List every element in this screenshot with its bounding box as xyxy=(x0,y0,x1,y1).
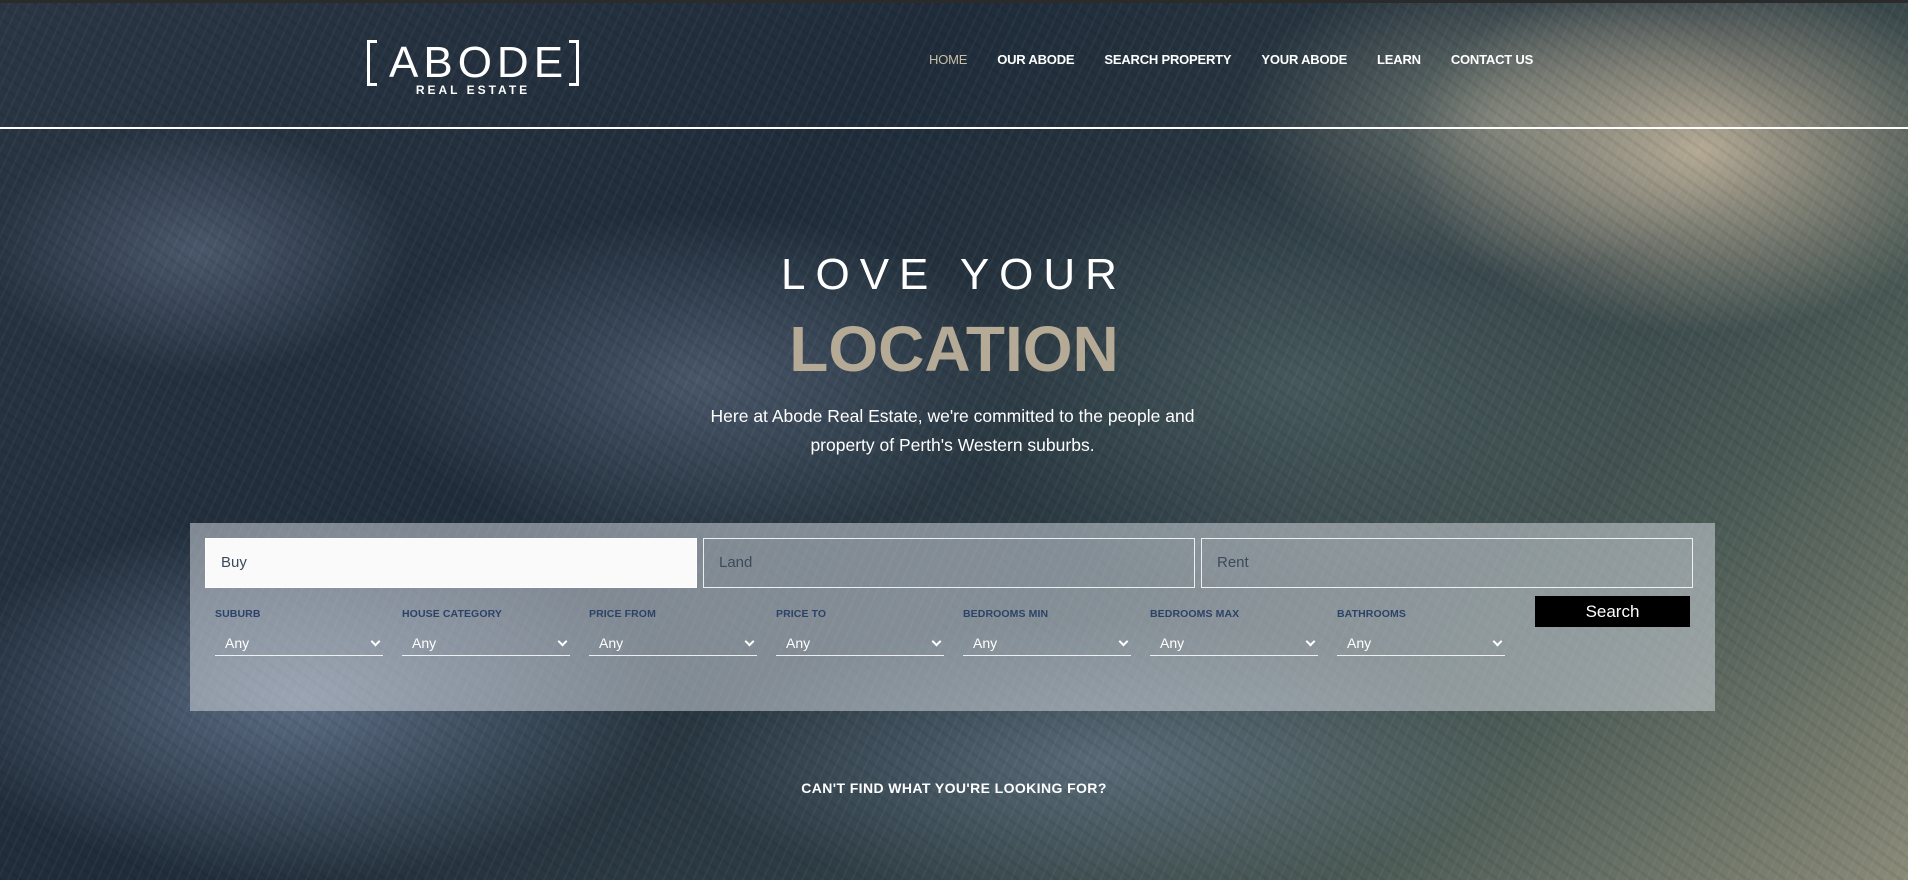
bedrooms-min-select[interactable]: Any xyxy=(963,632,1131,656)
hero-heading-line2: LOCATION xyxy=(789,313,1119,385)
house-category-select[interactable]: Any xyxy=(402,632,570,656)
chevron-down-icon xyxy=(1305,636,1316,647)
property-search-panel: Buy Land Rent SUBURB Any HOUSE CATEGORY … xyxy=(190,523,1715,711)
hero-description: Here at Abode Real Estate, we're committ… xyxy=(710,406,1195,455)
price-to-select[interactable]: Any xyxy=(776,632,944,656)
select-value: Any xyxy=(973,635,998,651)
logo-left-bracket xyxy=(367,40,377,86)
cant-find-link[interactable]: CAN'T FIND WHAT YOU'RE LOOKING FOR? xyxy=(654,780,1254,796)
nav-item-contact-us[interactable]: CONTACT US xyxy=(1451,52,1533,70)
filter-label: HOUSE CATEGORY xyxy=(402,608,502,620)
brand-name: ABODE xyxy=(389,38,569,87)
filter-label: BEDROOMS MIN xyxy=(963,608,1049,620)
tab-rent[interactable]: Rent xyxy=(1201,538,1693,588)
filter-house-category: HOUSE CATEGORY Any xyxy=(402,608,570,656)
hero-heading-line1: LOVE YOUR xyxy=(781,250,1127,299)
price-from-select[interactable]: Any xyxy=(589,632,757,656)
filter-label: BEDROOMS MAX xyxy=(1150,608,1240,620)
header-divider xyxy=(0,127,1908,129)
chevron-down-icon xyxy=(1492,636,1503,647)
nav-item-search-property[interactable]: SEARCH PROPERTY xyxy=(1104,52,1231,70)
bathrooms-select[interactable]: Any xyxy=(1337,632,1505,656)
suburb-select[interactable]: Any xyxy=(215,632,383,656)
nav-item-your-abode[interactable]: YOUR ABODE xyxy=(1261,52,1347,70)
top-edge-line xyxy=(0,0,1908,3)
chevron-down-icon xyxy=(931,636,942,647)
filter-bedrooms-max: BEDROOMS MAX Any xyxy=(1150,608,1318,656)
select-value: Any xyxy=(412,635,437,651)
filter-price-from: PRICE FROM Any xyxy=(589,608,757,656)
select-value: Any xyxy=(225,635,250,651)
brand-logo[interactable]: ABODE REAL ESTATE xyxy=(367,38,579,97)
chevron-down-icon xyxy=(557,636,568,647)
logo-right-bracket xyxy=(569,40,579,86)
filter-price-to: PRICE TO Any xyxy=(776,608,944,656)
select-value: Any xyxy=(1160,635,1185,651)
chevron-down-icon xyxy=(1118,636,1129,647)
search-button[interactable]: Search xyxy=(1535,596,1690,627)
filter-suburb: SUBURB Any xyxy=(215,608,383,656)
select-value: Any xyxy=(1347,635,1372,651)
tab-land[interactable]: Land xyxy=(703,538,1195,588)
select-value: Any xyxy=(786,635,811,651)
chevron-down-icon xyxy=(744,636,755,647)
tab-buy[interactable]: Buy xyxy=(205,538,697,588)
filter-bathrooms: BATHROOMS Any xyxy=(1337,608,1505,656)
filter-label: PRICE FROM xyxy=(589,608,656,620)
bedrooms-max-select[interactable]: Any xyxy=(1150,632,1318,656)
brand-tagline: REAL ESTATE xyxy=(415,83,531,97)
select-value: Any xyxy=(599,635,624,651)
filter-label: SUBURB xyxy=(215,608,261,620)
chevron-down-icon xyxy=(370,636,381,647)
nav-item-our-abode[interactable]: OUR ABODE xyxy=(997,52,1074,70)
nav-item-home[interactable]: HOME xyxy=(929,52,967,70)
main-nav: HOME OUR ABODE SEARCH PROPERTY YOUR ABOD… xyxy=(929,52,1563,70)
nav-item-learn[interactable]: LEARN xyxy=(1377,52,1421,70)
filter-label: PRICE TO xyxy=(776,608,827,620)
filter-bedrooms-min: BEDROOMS MIN Any xyxy=(963,608,1131,656)
filter-label: BATHROOMS xyxy=(1337,608,1406,620)
